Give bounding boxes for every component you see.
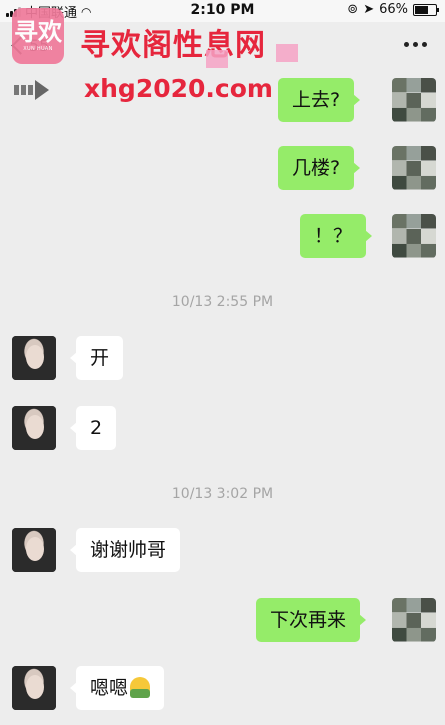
message-timestamp: 10/13 2:55 PM xyxy=(171,294,274,310)
battery-percent: 66% xyxy=(379,2,408,17)
battery-icon xyxy=(413,3,439,16)
status-bar: 中国联通 ◠ 2:10 PM ⊚ ➤ 66% xyxy=(0,0,445,22)
message-bubble-incoming[interactable]: 开 xyxy=(69,336,124,380)
avatar-face xyxy=(26,345,44,369)
pink-square-decoration xyxy=(206,50,228,68)
message-timestamp: 10/13 3:02 PM xyxy=(171,486,274,502)
friend-avatar[interactable] xyxy=(12,336,56,380)
message-bubble-incoming[interactable]: 嗯嗯 xyxy=(69,666,165,710)
self-avatar[interactable] xyxy=(392,146,436,190)
message-bubble-outgoing[interactable]: 几楼? xyxy=(278,146,361,190)
ok-emoji-icon xyxy=(130,677,151,698)
message-bubble-incoming[interactable]: 谢谢帅哥 xyxy=(69,528,181,572)
watermark-logo: 寻欢 XUN HUAN xyxy=(12,8,64,64)
self-avatar[interactable] xyxy=(392,598,436,642)
watermark-url: xhg2020.com xyxy=(84,74,273,103)
avatar-face xyxy=(26,675,44,699)
battery-fill xyxy=(415,5,428,14)
message-bubble-outgoing[interactable]: 下次再来 xyxy=(256,598,367,642)
friend-avatar[interactable] xyxy=(12,406,56,450)
message-text: 嗯嗯 xyxy=(90,677,129,699)
more-options-button[interactable] xyxy=(404,42,427,47)
status-right: ⊚ ➤ 66% xyxy=(347,2,439,17)
message-bubble-incoming[interactable]: 2 xyxy=(69,406,117,450)
logo-glyph: 寻欢 xyxy=(14,17,62,46)
avatar-face xyxy=(26,415,44,439)
arrow-right-icon xyxy=(14,80,49,100)
self-avatar[interactable] xyxy=(392,78,436,122)
message-bubble-outgoing[interactable]: 上去? xyxy=(278,78,361,122)
logo-subtitle: XUN HUAN xyxy=(23,46,53,52)
rotation-lock-icon: ⊚ xyxy=(347,2,359,17)
chat-message-list[interactable]: 上去? 几楼? ！？ 10/13 2:55 PM 开 2 10/13 3:02 … xyxy=(0,72,445,725)
friend-avatar[interactable] xyxy=(12,528,56,572)
more-dot-icon xyxy=(422,42,427,47)
message-bubble-outgoing[interactable]: ！？ xyxy=(300,214,373,258)
self-avatar[interactable] xyxy=(392,214,436,258)
avatar-face xyxy=(26,537,44,561)
pink-square-decoration xyxy=(276,44,298,62)
watermark-title: 寻欢阁性息网 xyxy=(80,28,266,63)
friend-avatar[interactable] xyxy=(12,666,56,710)
more-dot-icon xyxy=(413,42,418,47)
more-dot-icon xyxy=(404,42,409,47)
location-icon: ➤ xyxy=(363,2,375,17)
